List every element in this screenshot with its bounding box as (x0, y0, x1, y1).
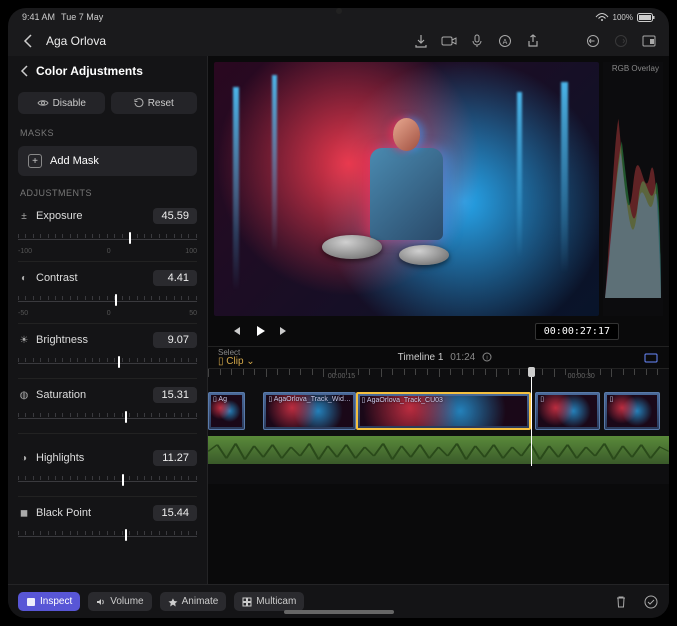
exposure-icon: ± (18, 210, 30, 222)
adjustment-value[interactable]: 4.41 (153, 270, 197, 286)
panel-title: Color Adjustments (36, 64, 143, 78)
status-date: Tue 7 May (61, 12, 103, 22)
timeline-clip[interactable]: ▯ AgaOrlova_Track_Wid… (263, 392, 355, 430)
masks-section-label: MASKS (8, 120, 207, 142)
adjustment-black-point: ◼ Black Point 15.44 (8, 499, 207, 549)
fullscreen-icon[interactable] (641, 33, 657, 49)
back-button[interactable] (20, 33, 36, 49)
camera-icon[interactable] (441, 33, 457, 49)
scope-label: RGB Overlay (612, 64, 659, 73)
inspect-button[interactable]: Inspect (18, 592, 80, 611)
timeline-header: Select ▯ Clip ⌄ Timeline 1 01:24 i (208, 346, 669, 368)
undo-icon[interactable] (585, 33, 601, 49)
next-frame-icon[interactable] (276, 323, 292, 339)
home-indicator[interactable] (284, 610, 394, 614)
audio-track[interactable] (208, 436, 669, 464)
share-icon[interactable] (525, 33, 541, 49)
import-icon[interactable] (413, 33, 429, 49)
clip-mode[interactable]: ▯ Clip ⌄ (218, 357, 255, 367)
adjustment-value[interactable]: 15.31 (153, 387, 197, 403)
highlights-icon: ◑ (18, 452, 30, 464)
adjustment-highlights: ◑ Highlights 11.27 (8, 444, 207, 494)
adjustment-slider[interactable] (18, 409, 197, 427)
adjustment-slider[interactable] (18, 230, 197, 248)
confirm-icon[interactable] (643, 594, 659, 610)
scopes-panel[interactable]: RGB Overlay (603, 62, 663, 316)
volume-button[interactable]: Volume (88, 592, 151, 611)
titles-icon[interactable]: A (497, 33, 513, 49)
playhead[interactable] (531, 369, 532, 466)
adjustment-slider[interactable] (18, 354, 197, 372)
timecode-display[interactable]: 00:00:27:17 (535, 323, 619, 340)
brightness-icon: ☀ (18, 334, 30, 346)
adjustment-brightness: ☀ Brightness 9.07 (8, 326, 207, 376)
play-icon[interactable] (252, 323, 268, 339)
adjustment-value[interactable]: 11.27 (153, 450, 197, 466)
timeline-clip[interactable]: ▯ Ag (208, 392, 245, 430)
plus-icon: + (28, 154, 42, 168)
timeline-title[interactable]: Timeline 1 01:24 i (398, 352, 492, 363)
svg-text:A: A (503, 39, 508, 46)
adjustment-label: Brightness (36, 334, 88, 346)
timeline-clip[interactable]: ▯ (604, 392, 659, 430)
adjustment-saturation: ◍ Saturation 15.31 (8, 381, 207, 431)
svg-text:i: i (486, 356, 487, 362)
black point-icon: ◼ (18, 507, 30, 519)
trash-icon[interactable] (613, 594, 629, 610)
adjustment-slider[interactable] (18, 527, 197, 545)
adjustment-label: Contrast (36, 272, 78, 284)
project-title: Aga Orlova (46, 34, 106, 48)
adjustment-slider[interactable] (18, 472, 197, 490)
transport-bar: 00:00:27:17 (208, 316, 669, 346)
adjustment-value[interactable]: 9.07 (153, 332, 197, 348)
adjustment-label: Saturation (36, 389, 86, 401)
reset-button[interactable]: Reset (111, 92, 198, 114)
adjustment-label: Exposure (36, 210, 82, 222)
contrast-icon: ◐ (18, 272, 30, 284)
adjustment-contrast: ◐ Contrast 4.41 -50050 (8, 264, 207, 321)
prev-frame-icon[interactable] (228, 323, 244, 339)
animate-button[interactable]: Animate (160, 592, 227, 611)
adjustment-slider[interactable] (18, 292, 197, 310)
video-preview[interactable] (214, 62, 599, 316)
multicam-button[interactable]: Multicam (234, 592, 304, 611)
adjustment-value[interactable]: 15.44 (153, 505, 197, 521)
adjustment-label: Highlights (36, 452, 84, 464)
adjustments-section-label: ADJUSTMENTS (8, 180, 207, 202)
timeline-ruler[interactable]: 00:00:15 00:00:30 (208, 368, 669, 386)
inspector-sidebar: Color Adjustments Disable Reset MASKS + … (8, 56, 208, 584)
timeline-settings-icon[interactable] (643, 350, 659, 366)
timeline-tracks[interactable]: ▯ Ag ▯ AgaOrlova_Track_Wid…▯ AgaOrlova_Tr… (208, 386, 669, 484)
timeline-clip[interactable]: ▯ AgaOrlova_Track_CU03 (356, 392, 531, 430)
adjustment-value[interactable]: 45.59 (153, 208, 197, 224)
disable-button[interactable]: Disable (18, 92, 105, 114)
mic-icon[interactable] (469, 33, 485, 49)
adjustment-exposure: ± Exposure 45.59 -1000100 (8, 202, 207, 259)
panel-header[interactable]: Color Adjustments (8, 56, 207, 86)
status-time: 9:41 AM (22, 12, 55, 22)
adjustment-label: Black Point (36, 507, 91, 519)
add-mask-button[interactable]: + Add Mask (18, 146, 197, 176)
timeline-clip[interactable]: ▯ (535, 392, 600, 430)
redo-icon[interactable] (613, 33, 629, 49)
saturation-icon: ◍ (18, 389, 30, 401)
app-header: Aga Orlova A (8, 26, 669, 56)
